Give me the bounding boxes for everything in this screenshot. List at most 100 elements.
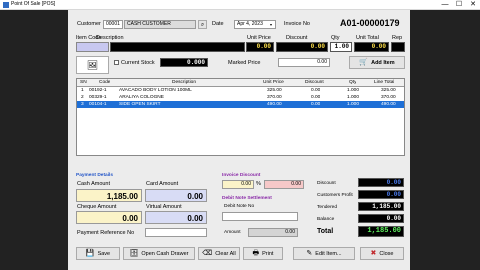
rep-label: Rep [392,35,403,41]
column-header-unit-price: Unit Price [263,80,284,85]
column-header-sn: SN [80,80,87,85]
payment-reference-field[interactable] [145,228,207,237]
invoice-discount-percent-field[interactable]: 0.00 [222,180,254,189]
save-button[interactable]: 💾 Save [76,247,120,260]
invoice-discount-heading: Invoice Discount [222,173,261,178]
cell-code: 00104-1 [89,102,107,107]
percent-label: % [256,181,261,187]
cell-description: SIDE OPEN SKIRT [119,102,161,107]
title-bar: Point Of Sale [POS] — ☐ ✕ [0,0,480,10]
cell-total: 370.00 [381,95,396,100]
close-window-button[interactable]: ✕ [466,0,480,10]
cell-total: 490.00 [381,102,396,107]
current-stock-value: 0.000 [160,58,208,67]
right-background [410,10,480,270]
date-label: Date [212,21,224,27]
customer-code-field[interactable]: 00001 [103,20,123,29]
close-button[interactable]: ✖ Close [360,247,404,260]
description-label: Description [96,35,124,41]
cell-qty: 1.000 [347,88,360,93]
payment-details-heading: Payment Details [76,173,114,178]
column-header-code: Code [99,80,111,85]
cash-drawer-icon: 🗄 [129,250,139,257]
cell-discount: 0.00 [311,88,321,93]
total-value: 1,185.00 [358,226,404,237]
clear-all-label: Clear All [215,251,236,257]
qty-label: Qty [331,35,340,41]
print-button[interactable]: 🖶 Print [243,247,283,260]
maximize-button[interactable]: ☐ [452,0,466,10]
payment-reference-label: Payment Reference No [77,230,135,236]
cell-unit-price: 490.00 [267,102,282,107]
item-code-input[interactable] [76,42,109,52]
column-header-line-total: Line Total [374,80,395,85]
unit-total-label: Unit Total [356,35,379,41]
column-header-discount: Discount [305,80,324,85]
cell-sn: 2 [81,95,84,100]
minimize-button[interactable]: — [438,0,452,10]
customer-search-icon[interactable]: ⌕ [198,20,207,29]
column-header-description: Description [172,80,196,85]
clear-all-button[interactable]: ⌫ Clear All [198,247,240,260]
cell-discount: 0.00 [311,95,321,100]
cell-description: AVACADO BODY LOTION 100ML [119,88,192,93]
debit-amount-field: 0.00 [248,228,298,237]
debit-note-no-label: Debit Note No [224,204,255,209]
marked-price-field[interactable]: 0.00 [278,58,330,67]
unit-price-input[interactable]: 0.00 [246,42,274,52]
date-dropdown-icon[interactable]: ▾ [270,21,275,28]
discount-input[interactable]: 0.00 [276,42,328,52]
cell-qty: 1.000 [347,102,360,107]
debit-amount-label: Amount [224,230,241,235]
virtual-amount-field[interactable]: 0.00 [145,211,207,224]
debit-note-heading: Debit Note Settlement [222,196,272,201]
table-row[interactable]: 2 00329-1 ARALIYA COLOGNE 370.00 0.00 1.… [77,94,404,101]
cell-code: 00192-1 [89,88,107,93]
cell-qty: 1.000 [347,95,360,100]
close-label: Close [379,251,394,257]
cheque-amount-field[interactable]: 0.00 [76,211,142,224]
table-row-selected[interactable]: 3 00104-1 SIDE OPEN SKIRT 490.00 0.00 1.… [77,101,404,108]
cell-sn: 3 [81,102,84,107]
debit-note-no-field[interactable] [222,212,298,221]
tendered-label: Tendered [317,205,338,210]
items-grid: SN Code Description Unit Price Discount … [76,78,405,156]
print-label: Print [262,251,274,257]
cell-unit-price: 370.00 [267,95,282,100]
printer-icon: 🖶 [252,250,260,257]
cell-code: 00329-1 [89,95,107,100]
add-item-button[interactable]: 🛒 Add Item [349,56,405,69]
invoice-no-label: Invoice No [284,21,310,27]
cheque-amount-label: Cheque Amount [77,204,117,210]
cash-amount-field[interactable]: 1,185.00 [76,189,142,202]
table-row[interactable]: 1 00192-1 AVACADO BODY LOTION 100ML 325.… [77,87,404,94]
current-stock-checkbox[interactable] [114,60,119,65]
balance-value: 0.00 [358,214,404,223]
grid-header: SN Code Description Unit Price Discount … [77,79,404,87]
invoice-number: A01-00000179 [340,18,400,28]
left-background [0,10,68,270]
cell-discount: 0.00 [311,102,321,107]
description-input[interactable] [110,42,245,52]
card-amount-field[interactable]: 0.00 [145,189,207,202]
open-cash-drawer-button[interactable]: 🗄 Open Cash Drawer [123,247,195,260]
cell-total: 325.00 [381,88,396,93]
cash-amount-label: Cash Amount [77,181,111,187]
total-discount-value: 0.00 [358,178,404,187]
customer-name-field[interactable]: CASH CUSTOMER [124,20,196,29]
eraser-icon: ⌫ [202,250,213,257]
unit-total-input: 0.00 [354,42,389,52]
open-cash-drawer-label: Open Cash Drawer [141,251,189,257]
total-label: Total [317,228,334,235]
tendered-value: 1,185.00 [358,202,404,211]
rep-input[interactable] [391,42,405,52]
cart-icon: 🛒 [359,59,369,66]
qty-input[interactable]: 1.00 [330,42,352,52]
invoice-discount-amount-field[interactable]: 0.00 [264,180,304,189]
item-image: 🖼 [76,56,109,74]
cell-sn: 1 [81,88,84,93]
customers-profit-label: Customers Profit [317,193,353,198]
marked-price-label: Marked Price [228,60,261,66]
app-icon [3,2,9,8]
edit-item-button[interactable]: ✎ Edit Item... [293,247,355,260]
